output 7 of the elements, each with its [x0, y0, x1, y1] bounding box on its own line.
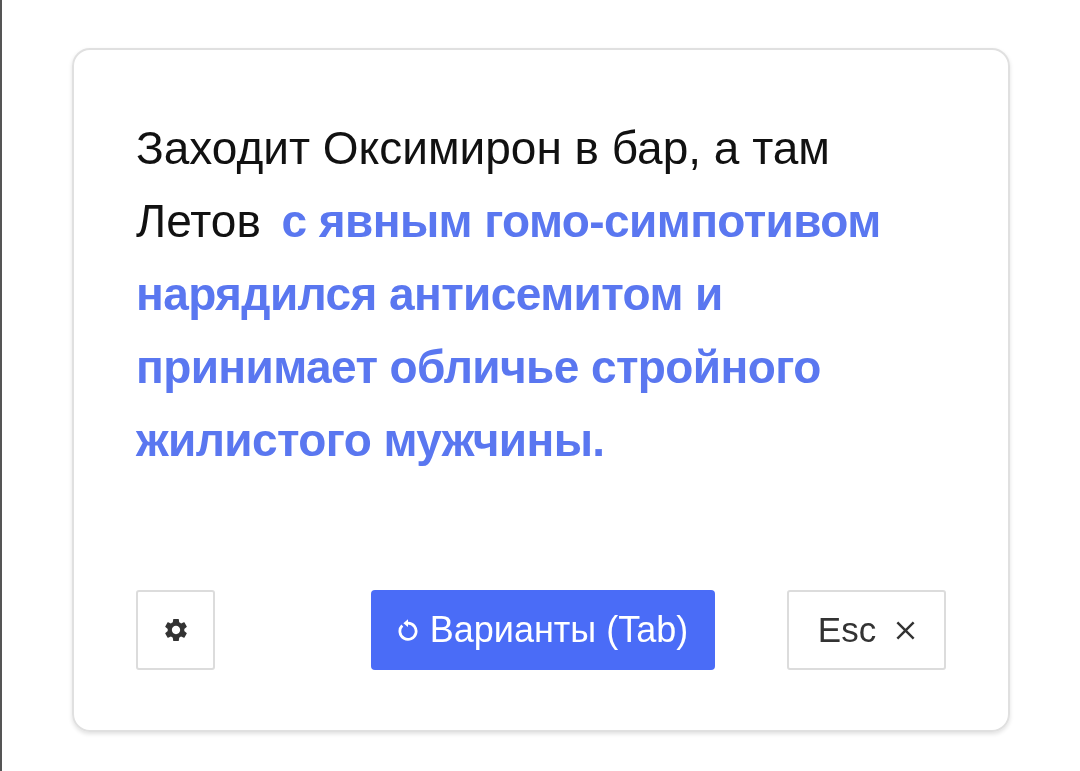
- close-icon: [896, 620, 916, 640]
- esc-close-button[interactable]: Esc: [787, 590, 946, 670]
- gear-icon: [164, 619, 187, 641]
- variants-button[interactable]: Варианты (Tab): [371, 590, 715, 670]
- settings-button[interactable]: [136, 590, 215, 670]
- refresh-icon: [397, 619, 418, 641]
- story-text: Заходит Оксимирон в бар, а там Летов с явным гомо-симпотивом нарядился антисемитом и принимает обличье стройного жилистого мужчины.: [136, 121, 882, 468]
